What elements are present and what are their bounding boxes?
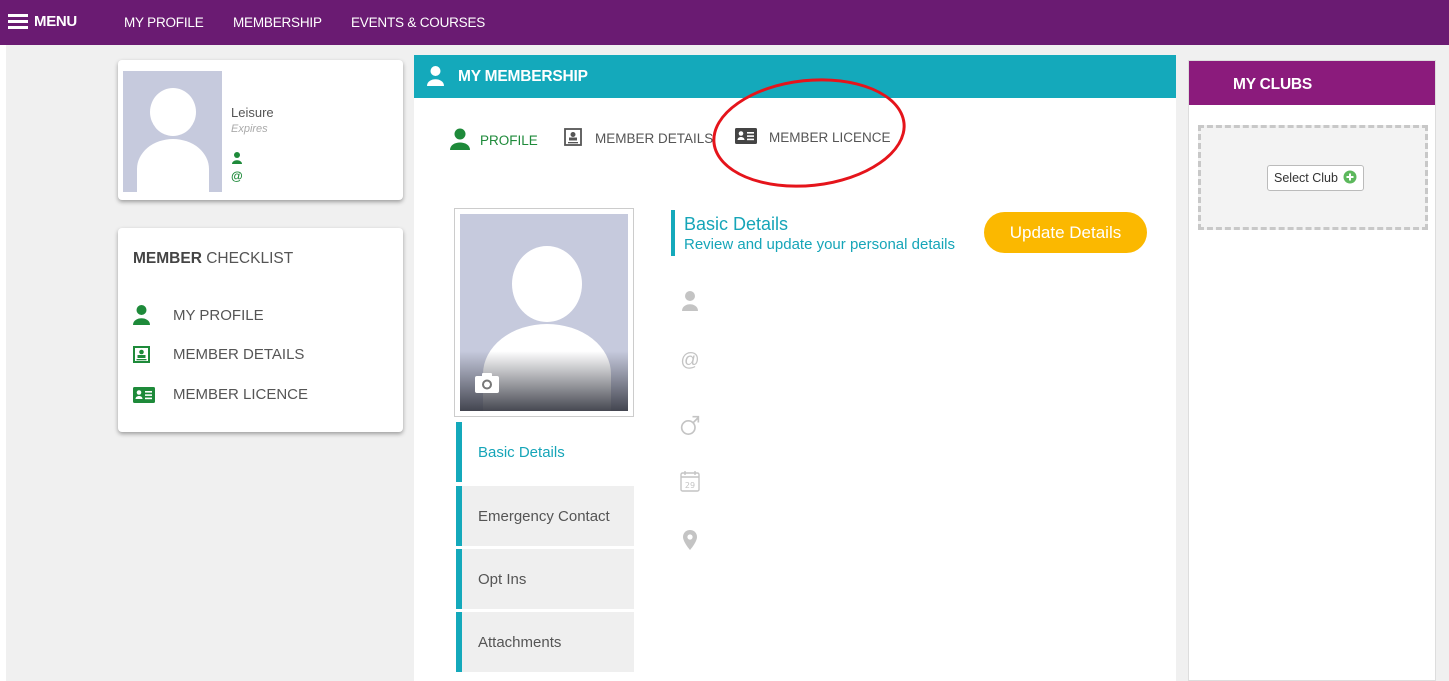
member-checklist-card: MEMBER CHECKLIST MY PROFILE MEMBER DETAI… <box>118 228 403 432</box>
checklist-item-my-profile[interactable]: MY PROFILE <box>133 305 264 325</box>
male-icon <box>680 411 700 439</box>
nav-link-events-courses[interactable]: EVENTS & COURSES <box>351 15 485 30</box>
checklist-item-member-licence[interactable]: MEMBER LICENCE <box>133 386 308 403</box>
side-tab-emergency-contact[interactable]: Emergency Contact <box>456 486 634 546</box>
checklist-title: MEMBER CHECKLIST <box>133 250 294 267</box>
update-details-button[interactable]: Update Details <box>984 212 1147 253</box>
profile-photo[interactable] <box>454 208 634 417</box>
membership-title: MY MEMBERSHIP <box>458 68 588 85</box>
person-icon <box>232 151 242 169</box>
top-navigation-bar: MENU MY PROFILE MEMBERSHIP EVENTS & COUR… <box>0 0 1449 45</box>
tab-member-details[interactable]: MEMBER DETAILS <box>564 128 713 149</box>
profile-summary-card: Leisure Expires @ <box>118 60 403 200</box>
member-details-icon <box>564 128 582 149</box>
licence-card-icon <box>133 386 173 403</box>
left-edge-strip <box>0 45 6 681</box>
nav-link-my-profile[interactable]: MY PROFILE <box>124 15 204 30</box>
at-icon: @ <box>680 350 700 371</box>
member-details-icon <box>133 346 173 363</box>
tab-profile[interactable]: PROFILE <box>450 128 538 153</box>
membership-type: Leisure <box>231 105 274 120</box>
basic-details-title: Basic Details <box>684 214 789 234</box>
person-icon <box>450 128 470 153</box>
select-club-button[interactable]: Select Club <box>1267 165 1364 191</box>
menu-label: MENU <box>34 13 77 30</box>
menu-button[interactable]: MENU <box>8 13 77 30</box>
expires-label: Expires <box>231 123 268 135</box>
camera-icon[interactable] <box>474 372 500 399</box>
nav-link-membership[interactable]: MEMBERSHIP <box>233 15 322 30</box>
section-accent-bar <box>671 210 675 256</box>
svg-text:29: 29 <box>685 481 695 490</box>
clubs-panel: MY CLUBS Select Club <box>1188 60 1436 681</box>
checklist-item-member-details[interactable]: MEMBER DETAILS <box>133 346 304 363</box>
avatar <box>123 71 222 192</box>
clubs-title: MY CLUBS <box>1233 76 1313 93</box>
side-tab-attachments[interactable]: Attachments <box>456 612 634 672</box>
side-tab-basic-details[interactable]: Basic Details <box>456 422 634 482</box>
at-icon: @ <box>231 169 243 183</box>
plus-circle-icon <box>1343 170 1357 187</box>
basic-details-subtitle: Review and update your personal details <box>684 236 956 253</box>
person-icon <box>680 291 700 311</box>
clubs-header: MY CLUBS <box>1189 61 1435 105</box>
side-tab-opt-ins[interactable]: Opt Ins <box>456 549 634 609</box>
calendar-icon: 29 <box>680 470 700 492</box>
person-icon <box>427 66 444 91</box>
club-dropzone: Select Club <box>1198 125 1428 230</box>
hamburger-icon <box>8 14 28 29</box>
person-icon <box>133 305 173 325</box>
location-pin-icon <box>680 530 700 550</box>
